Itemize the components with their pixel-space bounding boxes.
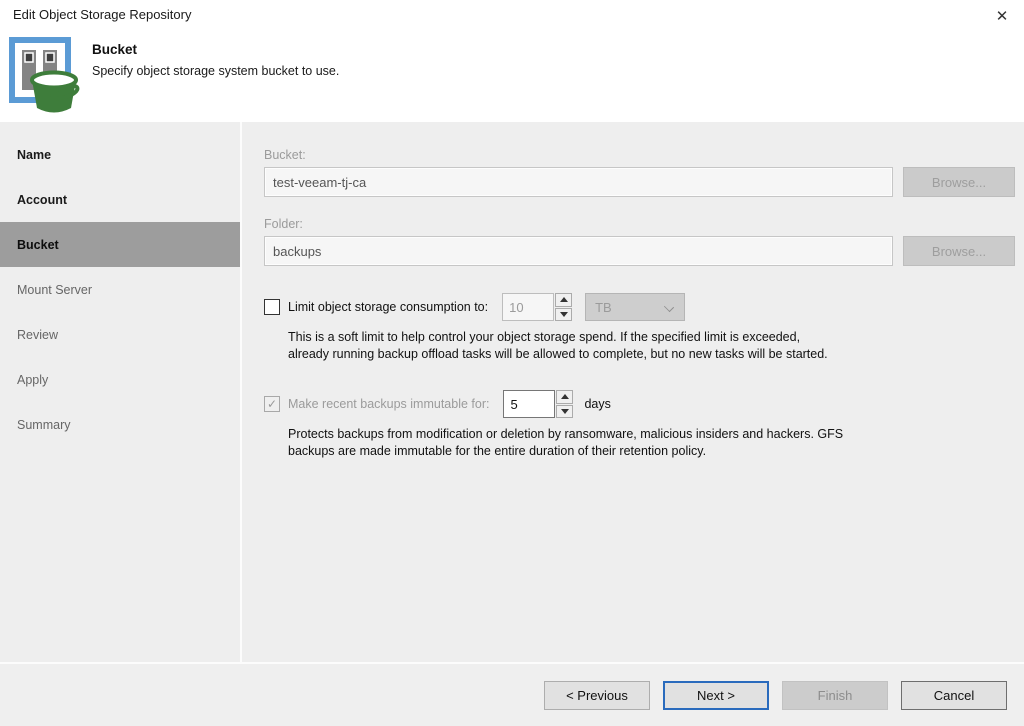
immutable-description-line1: Protects backups from modification or de…	[288, 427, 844, 441]
folder-row: Browse...	[264, 236, 1015, 266]
spin-down-icon[interactable]	[555, 307, 573, 321]
limit-unit-select[interactable]: TB	[585, 293, 686, 321]
immutable-unit-label: days	[584, 397, 611, 411]
limit-spin-buttons	[555, 293, 573, 321]
limit-value-input[interactable]: 10	[502, 293, 555, 321]
limit-description: This is a soft limit to help control you…	[288, 329, 1015, 363]
immutable-checkbox[interactable]: ✓	[264, 396, 280, 412]
limit-consumption-checkbox[interactable]	[264, 299, 280, 315]
limit-consumption-label: Limit object storage consumption to:	[288, 300, 489, 314]
folder-browse-button[interactable]: Browse...	[903, 236, 1015, 266]
immutable-label: Make recent backups immutable for:	[288, 397, 490, 411]
step-content: Bucket: Browse... Folder: Browse... Limi…	[244, 122, 1024, 662]
sidebar-item-apply[interactable]: Apply	[0, 357, 240, 402]
sidebar-item-account[interactable]: Account	[0, 177, 240, 222]
step-subtitle: Specify object storage system bucket to …	[92, 64, 340, 78]
object-storage-bucket-icon	[8, 36, 82, 120]
bucket-input[interactable]	[264, 167, 893, 197]
limit-description-line2: already running backup offload tasks wil…	[288, 347, 828, 361]
finish-button[interactable]: Finish	[782, 680, 888, 710]
sidebar-item-mount-server[interactable]: Mount Server	[0, 267, 240, 312]
close-icon[interactable]: ✕	[990, 4, 1014, 28]
limit-unit-value: TB	[595, 299, 612, 315]
immutable-row: ✓ Make recent backups immutable for: 5 d…	[264, 390, 1015, 418]
spin-down-icon[interactable]	[556, 404, 574, 418]
immutable-description: Protects backups from modification or de…	[288, 426, 1015, 460]
immutable-description-line2: backups are made immutable for the entir…	[288, 444, 707, 458]
cancel-button[interactable]: Cancel	[901, 680, 1007, 710]
spin-up-icon[interactable]	[555, 293, 573, 307]
bucket-label: Bucket:	[264, 148, 306, 162]
edit-object-storage-repository-dialog: Edit Object Storage Repository ✕ Bucket …	[0, 0, 1024, 726]
sidebar-item-review[interactable]: Review	[0, 312, 240, 357]
previous-button[interactable]: < Previous	[544, 680, 650, 710]
spin-up-icon[interactable]	[556, 390, 574, 404]
bucket-row: Browse...	[264, 167, 1015, 197]
chevron-down-icon	[664, 301, 675, 313]
sidebar-item-summary[interactable]: Summary	[0, 402, 240, 447]
wizard-footer: < Previous Next > Finish Cancel	[0, 662, 1024, 726]
limit-description-line1: This is a soft limit to help control you…	[288, 330, 801, 344]
sidebar-item-bucket[interactable]: Bucket	[0, 222, 240, 267]
folder-input[interactable]	[264, 236, 893, 266]
limit-consumption-row: Limit object storage consumption to: 10 …	[264, 293, 1015, 321]
immutable-spinner: 5	[503, 390, 574, 418]
step-title: Bucket	[92, 42, 138, 57]
wizard-header: Bucket Specify object storage system buc…	[0, 30, 1024, 122]
immutable-value-input[interactable]: 5	[503, 390, 556, 418]
folder-label: Folder:	[264, 217, 303, 231]
immutable-spin-buttons	[556, 390, 574, 418]
bucket-browse-button[interactable]: Browse...	[903, 167, 1015, 197]
wizard-body: Name Account Bucket Mount Server Review …	[0, 122, 1024, 662]
next-button[interactable]: Next >	[663, 680, 769, 710]
sidebar-item-name[interactable]: Name	[0, 132, 240, 177]
titlebar: Edit Object Storage Repository ✕	[0, 0, 1024, 30]
window-title: Edit Object Storage Repository	[13, 7, 192, 22]
limit-spinner: 10	[502, 293, 573, 321]
wizard-steps-sidebar: Name Account Bucket Mount Server Review …	[0, 122, 242, 662]
